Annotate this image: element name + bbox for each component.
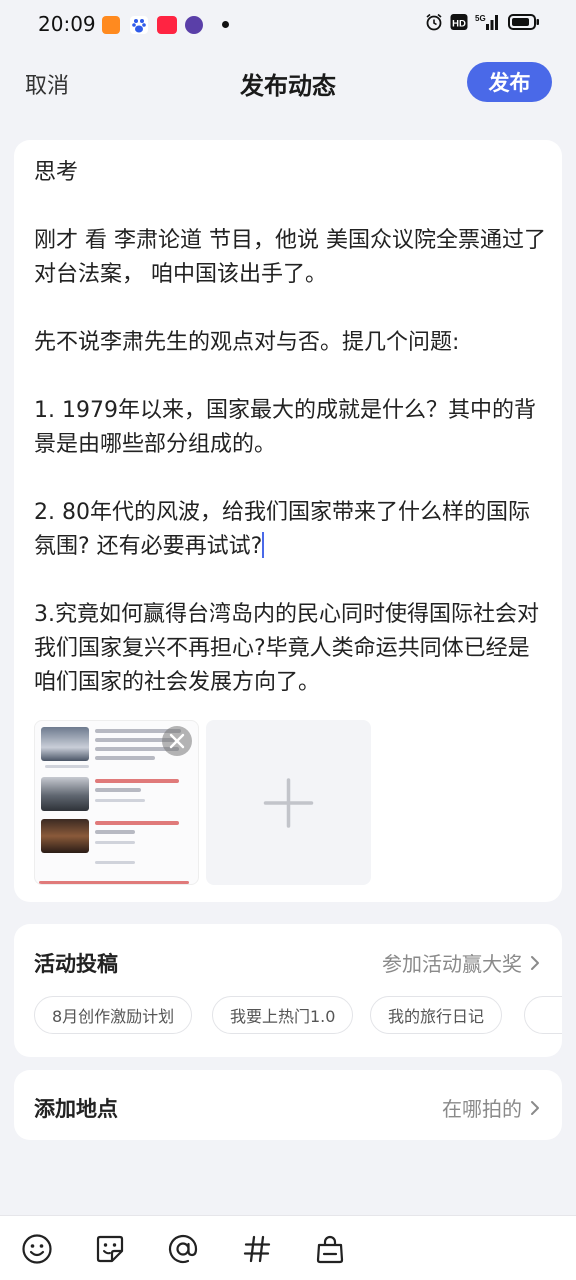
cancel-button[interactable]: 取消 <box>25 68 69 100</box>
emoji-button[interactable] <box>20 1232 54 1266</box>
5g-signal-icon: 5G <box>475 14 498 30</box>
close-icon <box>169 733 185 749</box>
status-indicators: HD 5G <box>425 13 540 31</box>
plus-icon <box>263 778 314 828</box>
post-text-before-caret: 思考 刚才 看 李肃论道 节目，他说 美国众议院全票通过了对台法案， 咱中国该出… <box>34 160 546 559</box>
bottom-toolbar <box>0 1215 576 1280</box>
chevron-right-icon <box>531 1100 539 1115</box>
add-image-button[interactable] <box>206 720 371 885</box>
thumbnail-news-row <box>41 819 191 861</box>
activity-tag-chip[interactable]: 我的旅行日记 <box>370 996 503 1034</box>
post-text-input[interactable]: 思考 刚才 看 李肃论道 节目，他说 美国众议院全票通过了对台法案， 咱中国该出… <box>34 156 546 700</box>
location-title: 添加地点 <box>34 1097 118 1121</box>
shopping-bag-button[interactable] <box>313 1232 347 1266</box>
alarm-icon <box>426 13 442 31</box>
activity-title: 活动投稿 <box>34 952 118 976</box>
svg-text:HD: HD <box>452 19 466 30</box>
location-link-label: 在哪拍的 <box>442 1097 522 1121</box>
hashtag-icon <box>243 1235 271 1263</box>
taobao-icon <box>102 16 120 34</box>
join-activity-link[interactable]: 参加活动赢大奖 <box>382 948 540 977</box>
activity-tag-chip[interactable]: 8月创作激励计划 <box>34 996 193 1034</box>
bag-icon <box>316 1235 344 1264</box>
publish-button[interactable]: 发布 <box>467 62 552 102</box>
mention-icon <box>168 1234 198 1264</box>
activity-tag-chip-partial[interactable] <box>524 996 562 1034</box>
browser-icon <box>185 16 203 34</box>
sticker-icon <box>96 1235 124 1263</box>
svg-text:5G: 5G <box>475 14 486 23</box>
xiaohongshu-icon <box>157 16 177 34</box>
activity-tags: 8月创作激励计划 我要上热门1.0 我的旅行日记 <box>34 996 562 1036</box>
battery-icon <box>508 14 539 30</box>
post-editor: 思考 刚才 看 李肃论道 节目，他说 美国众议院全票通过了对台法案， 咱中国该出… <box>14 140 562 902</box>
thumbnail-news-row <box>41 777 191 819</box>
chevron-right-icon <box>531 955 539 970</box>
header: 取消 发布动态 发布 <box>0 55 576 110</box>
post-text-after-caret: 3.究竟如何赢得台湾岛内的民心同时使得国际社会对我们国家复兴不再担心?毕竟人类命… <box>34 602 539 695</box>
text-caret <box>262 532 265 558</box>
mention-button[interactable] <box>166 1232 200 1266</box>
remove-image-button[interactable] <box>162 726 192 756</box>
hashtag-button[interactable] <box>240 1232 274 1266</box>
notification-dot <box>222 21 229 28</box>
location-link[interactable]: 在哪拍的 <box>442 1093 540 1122</box>
activity-tag-chip[interactable]: 我要上热门1.0 <box>212 996 354 1034</box>
status-time: 20:09 <box>38 12 96 36</box>
add-location-card[interactable]: 添加地点 在哪拍的 <box>14 1070 562 1140</box>
join-activity-label: 参加活动赢大奖 <box>382 952 522 976</box>
sticker-button[interactable] <box>93 1232 127 1266</box>
emoji-icon <box>22 1234 52 1264</box>
hd-icon: HD <box>450 14 468 30</box>
baidu-icon <box>130 16 148 34</box>
status-bar: 20:09 HD 5G <box>0 0 576 50</box>
activity-submission-card: 活动投稿 参加活动赢大奖 8月创作激励计划 我要上热门1.0 我的旅行日记 <box>14 924 562 1057</box>
